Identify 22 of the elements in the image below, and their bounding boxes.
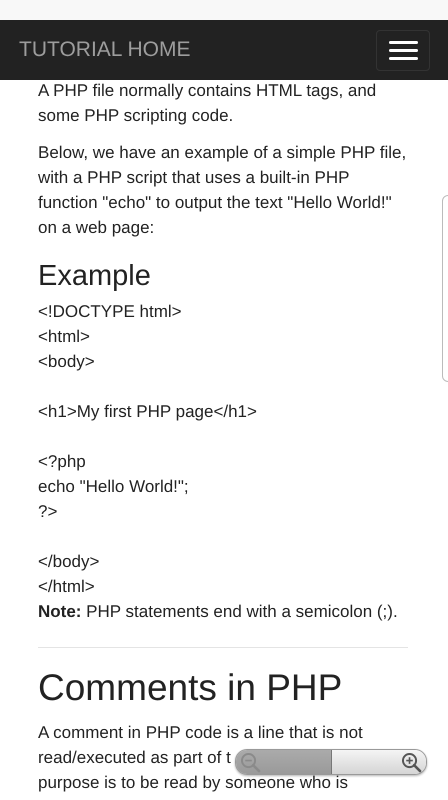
code-line: <h1>My first PHP page</h1> [38, 401, 258, 423]
zoom-in-button[interactable] [332, 750, 426, 774]
code-line: echo "Hello World!"; [38, 476, 190, 498]
code-line: </html> [38, 576, 96, 598]
code-line: ?> [38, 501, 58, 523]
zoom-out-icon [240, 752, 261, 772]
paragraph-line: purpose is to be read by someone who is [38, 772, 348, 794]
zoom-in-icon [401, 752, 422, 772]
code-line: <?php [38, 451, 87, 473]
code-line: <body> [38, 351, 96, 373]
paragraph-line: read/executed as part of t [38, 747, 231, 769]
page-heading: Comments in PHP [38, 666, 344, 710]
code-line: <html> [38, 326, 91, 348]
code-line: </body> [38, 551, 100, 573]
paragraph: Below, we have an example of a simple PHP file, with a PHP script that uses a built-in PHP function "echo" to output the text "Hello World!" on a web page: [38, 142, 408, 239]
menu-button[interactable] [376, 30, 430, 70]
section-heading: Example [38, 259, 152, 294]
brand-link[interactable]: TUTORIAL HOME [19, 38, 191, 62]
paragraph-line: A comment in PHP code is a line that is not [38, 722, 363, 744]
note-text: Note: PHP statements end with a semicolon (;). [38, 601, 399, 623]
code-line: <!DOCTYPE html> [38, 301, 183, 323]
paragraph: A PHP file normally contains HTML tags, and some PHP scripting code. [38, 80, 378, 127]
